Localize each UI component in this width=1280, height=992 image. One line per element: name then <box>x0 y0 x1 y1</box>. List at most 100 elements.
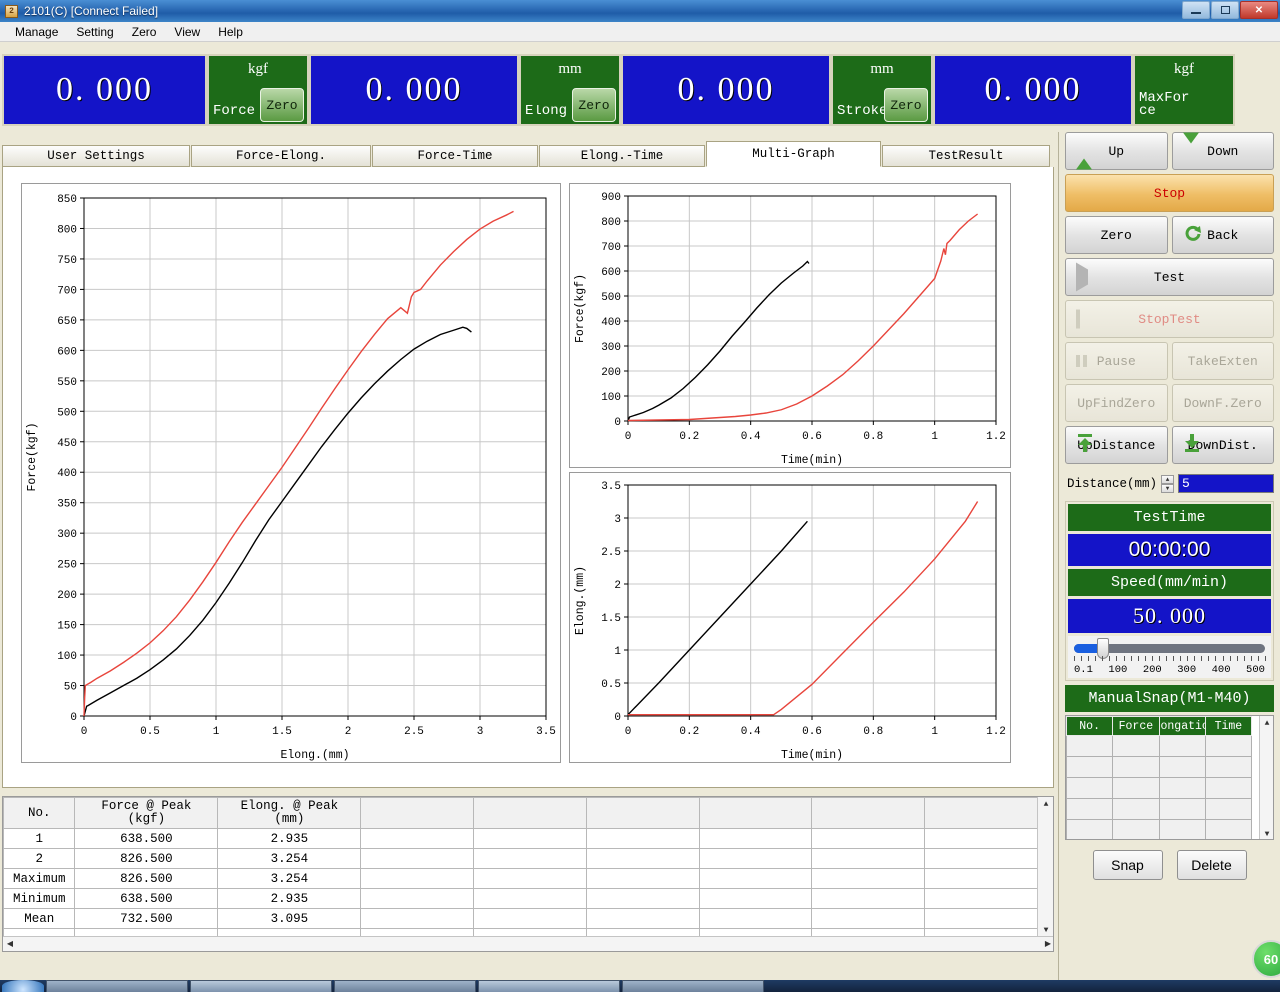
plot-frame <box>83 197 547 717</box>
zero-button-elong[interactable]: Zero <box>572 88 616 122</box>
snap-table-row[interactable] <box>1066 777 1253 799</box>
y-tick-label: 850 <box>57 194 77 206</box>
snap-scroll-down-icon[interactable]: ▼ <box>1260 827 1273 839</box>
tab-user-settings[interactable]: User Settings <box>2 145 190 167</box>
taskbar-item[interactable] <box>46 980 188 992</box>
results-cell: 2 <box>3 848 76 869</box>
snap-cell <box>1204 735 1253 757</box>
menu-item-setting[interactable]: Setting <box>67 23 122 41</box>
close-button[interactable]: ✕ <box>1240 1 1278 19</box>
results-column-header: Elong. @ Peak (mm) <box>217 797 362 829</box>
app-icon: 2 <box>5 4 18 18</box>
speed-slider[interactable]: 0.1 100 200 300 400 500 <box>1068 636 1271 678</box>
results-cell <box>698 848 813 869</box>
x-tick-label: 3.5 <box>536 726 556 738</box>
minimize-button[interactable] <box>1182 1 1210 19</box>
slider-tick <box>1095 656 1097 661</box>
spinner-up-icon[interactable]: ▲ <box>1161 474 1175 484</box>
snap-table-row[interactable] <box>1066 735 1253 757</box>
slider-tick <box>1165 656 1167 661</box>
up-button-label: Up <box>1108 143 1125 159</box>
down-distance-button[interactable]: DownDist. <box>1171 426 1274 464</box>
y-tick-label: 400 <box>601 317 621 329</box>
stop-button-label: Stop <box>1153 185 1186 201</box>
x-tick-label: 1.2 <box>986 726 1006 738</box>
findzero-row: UpFindZero DownF.Zero <box>1059 384 1280 426</box>
menu-item-help[interactable]: Help <box>209 23 252 41</box>
snap-cell <box>1112 735 1160 757</box>
snap-table-row[interactable] <box>1066 819 1253 839</box>
snap-table-row[interactable] <box>1066 798 1253 820</box>
results-cell <box>924 848 1038 869</box>
scroll-right-icon[interactable]: ▶ <box>1041 937 1053 951</box>
results-table-row[interactable]: 1 638.500 2.935 <box>3 828 1038 849</box>
distance-spinner[interactable]: ▲ ▼ <box>1161 474 1175 493</box>
start-button[interactable] <box>2 980 44 992</box>
slider-tick <box>1144 656 1146 661</box>
slider-tick <box>1257 656 1259 661</box>
square-stop-icon <box>1076 309 1080 329</box>
y-tick-label: 600 <box>57 346 77 358</box>
tab-testresult[interactable]: TestResult <box>882 145 1050 167</box>
results-table-row[interactable]: Mean 732.500 3.095 <box>3 908 1038 929</box>
snap-cell <box>1066 819 1114 839</box>
results-cell <box>811 828 926 849</box>
zero-button-force[interactable]: Zero <box>260 88 304 122</box>
results-cell: Minimum <box>3 888 76 909</box>
snap-scrollbar[interactable]: ▲ ▼ <box>1259 716 1273 839</box>
slider-tick-label: 0.1 <box>1074 664 1093 676</box>
snap-button-row: Snap Delete <box>1059 840 1280 880</box>
x-axis-title: Elong.(mm) <box>280 749 349 762</box>
scroll-up-icon[interactable]: ▲ <box>1039 797 1053 811</box>
up-distance-button[interactable]: UpDistance <box>1065 426 1168 464</box>
tab-force-time[interactable]: Force-Time <box>372 145 538 167</box>
results-table-row[interactable]: Minimum 638.500 2.935 <box>3 888 1038 909</box>
results-vertical-scrollbar[interactable]: ▲ ▼ <box>1037 797 1053 937</box>
y-tick-label: 700 <box>57 285 77 297</box>
snap-column-header: ongatio <box>1158 716 1206 736</box>
results-table-row[interactable]: Maximum 826.500 3.254 <box>3 868 1038 889</box>
scroll-down-icon[interactable]: ▼ <box>1039 923 1053 937</box>
test-button[interactable]: Test <box>1065 258 1274 296</box>
tab-force-elong[interactable]: Force-Elong. <box>191 145 371 167</box>
test-time-label: TestTime <box>1068 504 1271 531</box>
snap-scroll-up-icon[interactable]: ▲ <box>1260 716 1273 730</box>
down-button[interactable]: Down <box>1171 132 1274 170</box>
menu-item-view[interactable]: View <box>165 23 209 41</box>
slider-track[interactable] <box>1074 638 1265 659</box>
zero-button[interactable]: Zero <box>1065 216 1168 254</box>
tab-elong-time[interactable]: Elong.-Time <box>539 145 705 167</box>
menu-item-manage[interactable]: Manage <box>6 23 67 41</box>
back-button[interactable]: Back <box>1171 216 1274 254</box>
slider-tick <box>1194 656 1196 661</box>
test-button-label: Test <box>1153 269 1186 285</box>
taskbar-item[interactable] <box>622 980 764 992</box>
taskbar-item[interactable] <box>334 980 476 992</box>
minimize-icon <box>1191 11 1201 14</box>
results-cell: 2.935 <box>217 828 362 849</box>
taskbar-item[interactable] <box>478 980 620 992</box>
delete-button[interactable]: Delete <box>1176 850 1247 880</box>
distance-input[interactable]: 5 <box>1178 474 1274 493</box>
taskbar-item[interactable] <box>190 980 332 992</box>
y-tick-label: 500 <box>57 407 77 419</box>
slider-tick <box>1137 656 1139 661</box>
spinner-down-icon[interactable]: ▼ <box>1161 483 1175 493</box>
snap-table-row[interactable] <box>1066 756 1253 778</box>
stop-button[interactable]: Stop <box>1065 174 1274 212</box>
slider-tick-label: 500 <box>1246 664 1265 676</box>
results-cell <box>698 868 813 889</box>
results-horizontal-scrollbar[interactable]: ◀ ▶ <box>3 936 1053 951</box>
up-button[interactable]: Up <box>1065 132 1168 170</box>
results-table-row[interactable]: 2 826.500 3.254 <box>3 848 1038 869</box>
chart-elongation-time: 0 0.5 1 1.5 2 2.5 3 3.5 0 0.2 0.4 0.6 0.8 1 1.2 Time(mi… <box>569 472 1011 763</box>
scroll-left-icon[interactable]: ◀ <box>3 937 17 951</box>
tab-multi-graph[interactable]: Multi-Graph <box>706 141 881 167</box>
slider-tick <box>1102 656 1104 661</box>
maximize-button[interactable] <box>1211 1 1239 19</box>
menu-item-zero[interactable]: Zero <box>123 23 166 41</box>
y-tick-label: 100 <box>601 392 621 404</box>
zero-button-stroke[interactable]: Zero <box>884 88 928 122</box>
snap-button[interactable]: Snap <box>1092 850 1163 880</box>
application-window: 2 2101(C) [Connect Failed] ✕ Manage Setti… <box>0 0 1280 992</box>
